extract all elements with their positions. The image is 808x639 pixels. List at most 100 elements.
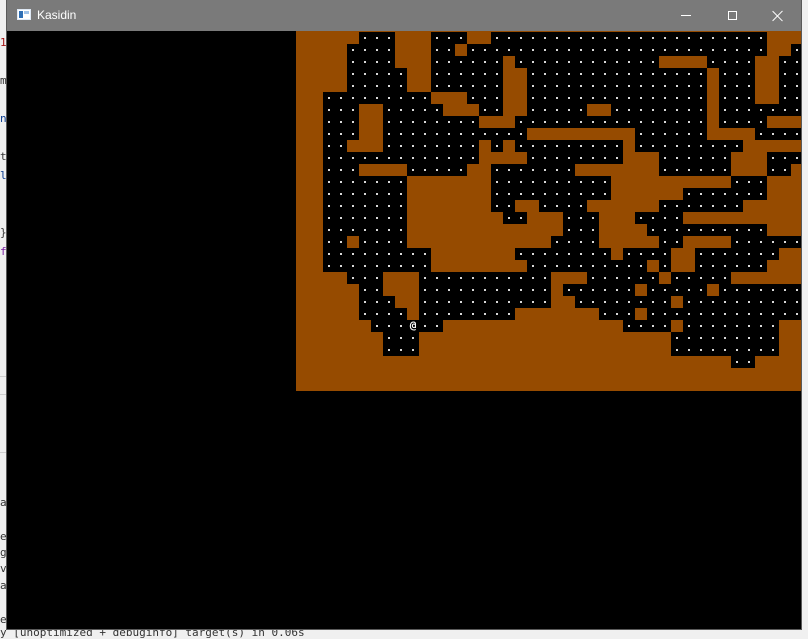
floor-tile bbox=[659, 236, 671, 248]
floor-tile bbox=[491, 188, 503, 200]
floor-tile bbox=[515, 212, 527, 224]
floor-tile bbox=[671, 212, 683, 224]
floor-tile bbox=[659, 104, 671, 116]
floor-tile bbox=[731, 284, 743, 296]
maximize-button[interactable] bbox=[709, 0, 755, 31]
floor-tile bbox=[347, 272, 359, 284]
floor-tile bbox=[635, 212, 647, 224]
floor-tile bbox=[743, 44, 755, 56]
floor-tile bbox=[755, 32, 767, 44]
dungeon-map: @ bbox=[296, 31, 801, 391]
floor-tile bbox=[623, 272, 635, 284]
floor-tile bbox=[683, 68, 695, 80]
floor-tile bbox=[647, 68, 659, 80]
floor-tile bbox=[575, 56, 587, 68]
floor-tile bbox=[635, 320, 647, 332]
floor-tile bbox=[527, 176, 539, 188]
floor-tile bbox=[731, 320, 743, 332]
floor-tile bbox=[695, 44, 707, 56]
floor-tile bbox=[443, 308, 455, 320]
floor-tile bbox=[323, 116, 335, 128]
floor-tile bbox=[551, 164, 563, 176]
floor-tile bbox=[407, 128, 419, 140]
floor-tile bbox=[431, 56, 443, 68]
floor-tile bbox=[707, 140, 719, 152]
floor-tile bbox=[671, 152, 683, 164]
floor-tile bbox=[719, 260, 731, 272]
floor-tile bbox=[479, 308, 491, 320]
floor-tile bbox=[563, 164, 575, 176]
floor-tile bbox=[779, 284, 791, 296]
floor-tile bbox=[407, 92, 419, 104]
floor-tile bbox=[611, 260, 623, 272]
game-viewport[interactable]: @ bbox=[7, 31, 801, 629]
minimize-button[interactable] bbox=[663, 0, 709, 31]
floor-tile bbox=[647, 296, 659, 308]
floor-tile bbox=[335, 188, 347, 200]
floor-tile bbox=[407, 104, 419, 116]
floor-tile bbox=[731, 308, 743, 320]
floor-tile bbox=[443, 284, 455, 296]
floor-tile bbox=[503, 200, 515, 212]
floor-tile bbox=[695, 140, 707, 152]
floor-tile bbox=[719, 188, 731, 200]
floor-tile bbox=[647, 44, 659, 56]
floor-tile bbox=[755, 116, 767, 128]
floor-tile bbox=[467, 272, 479, 284]
floor-tile bbox=[431, 296, 443, 308]
floor-tile bbox=[587, 116, 599, 128]
floor-tile bbox=[371, 296, 383, 308]
floor-tile bbox=[695, 332, 707, 344]
floor-tile bbox=[383, 80, 395, 92]
floor-tile bbox=[719, 104, 731, 116]
floor-tile bbox=[611, 68, 623, 80]
floor-tile bbox=[539, 68, 551, 80]
title-bar[interactable]: Kasidin bbox=[7, 0, 801, 31]
floor-tile bbox=[671, 272, 683, 284]
floor-tile bbox=[587, 284, 599, 296]
floor-tile bbox=[347, 248, 359, 260]
floor-tile bbox=[695, 272, 707, 284]
maximize-icon bbox=[727, 11, 737, 20]
floor-tile bbox=[695, 92, 707, 104]
floor-tile bbox=[671, 128, 683, 140]
floor-tile bbox=[659, 308, 671, 320]
floor-tile bbox=[743, 308, 755, 320]
floor-tile bbox=[431, 284, 443, 296]
floor-tile bbox=[395, 104, 407, 116]
floor-tile bbox=[467, 128, 479, 140]
floor-tile bbox=[551, 68, 563, 80]
floor-tile bbox=[659, 128, 671, 140]
floor-tile bbox=[515, 140, 527, 152]
floor-tile bbox=[443, 80, 455, 92]
floor-tile bbox=[635, 68, 647, 80]
floor-tile bbox=[755, 248, 767, 260]
floor-tile bbox=[587, 44, 599, 56]
floor-tile bbox=[707, 260, 719, 272]
floor-tile bbox=[695, 188, 707, 200]
floor-tile bbox=[359, 68, 371, 80]
floor-tile bbox=[419, 92, 431, 104]
floor-tile bbox=[491, 308, 503, 320]
floor-tile bbox=[443, 44, 455, 56]
floor-tile bbox=[347, 44, 359, 56]
floor-tile bbox=[395, 80, 407, 92]
floor-tile bbox=[647, 116, 659, 128]
floor-tile bbox=[455, 152, 467, 164]
floor-tile bbox=[359, 212, 371, 224]
floor-tile bbox=[731, 332, 743, 344]
floor-tile bbox=[755, 296, 767, 308]
floor-tile bbox=[335, 128, 347, 140]
minimize-icon bbox=[681, 15, 691, 16]
floor-tile bbox=[719, 32, 731, 44]
floor-tile bbox=[647, 128, 659, 140]
floor-tile bbox=[635, 32, 647, 44]
floor-tile bbox=[743, 356, 755, 368]
floor-tile bbox=[551, 188, 563, 200]
floor-tile bbox=[599, 32, 611, 44]
floor-tile bbox=[479, 92, 491, 104]
close-button[interactable] bbox=[755, 0, 801, 31]
floor-tile bbox=[755, 188, 767, 200]
floor-tile bbox=[383, 320, 395, 332]
floor-tile bbox=[743, 236, 755, 248]
